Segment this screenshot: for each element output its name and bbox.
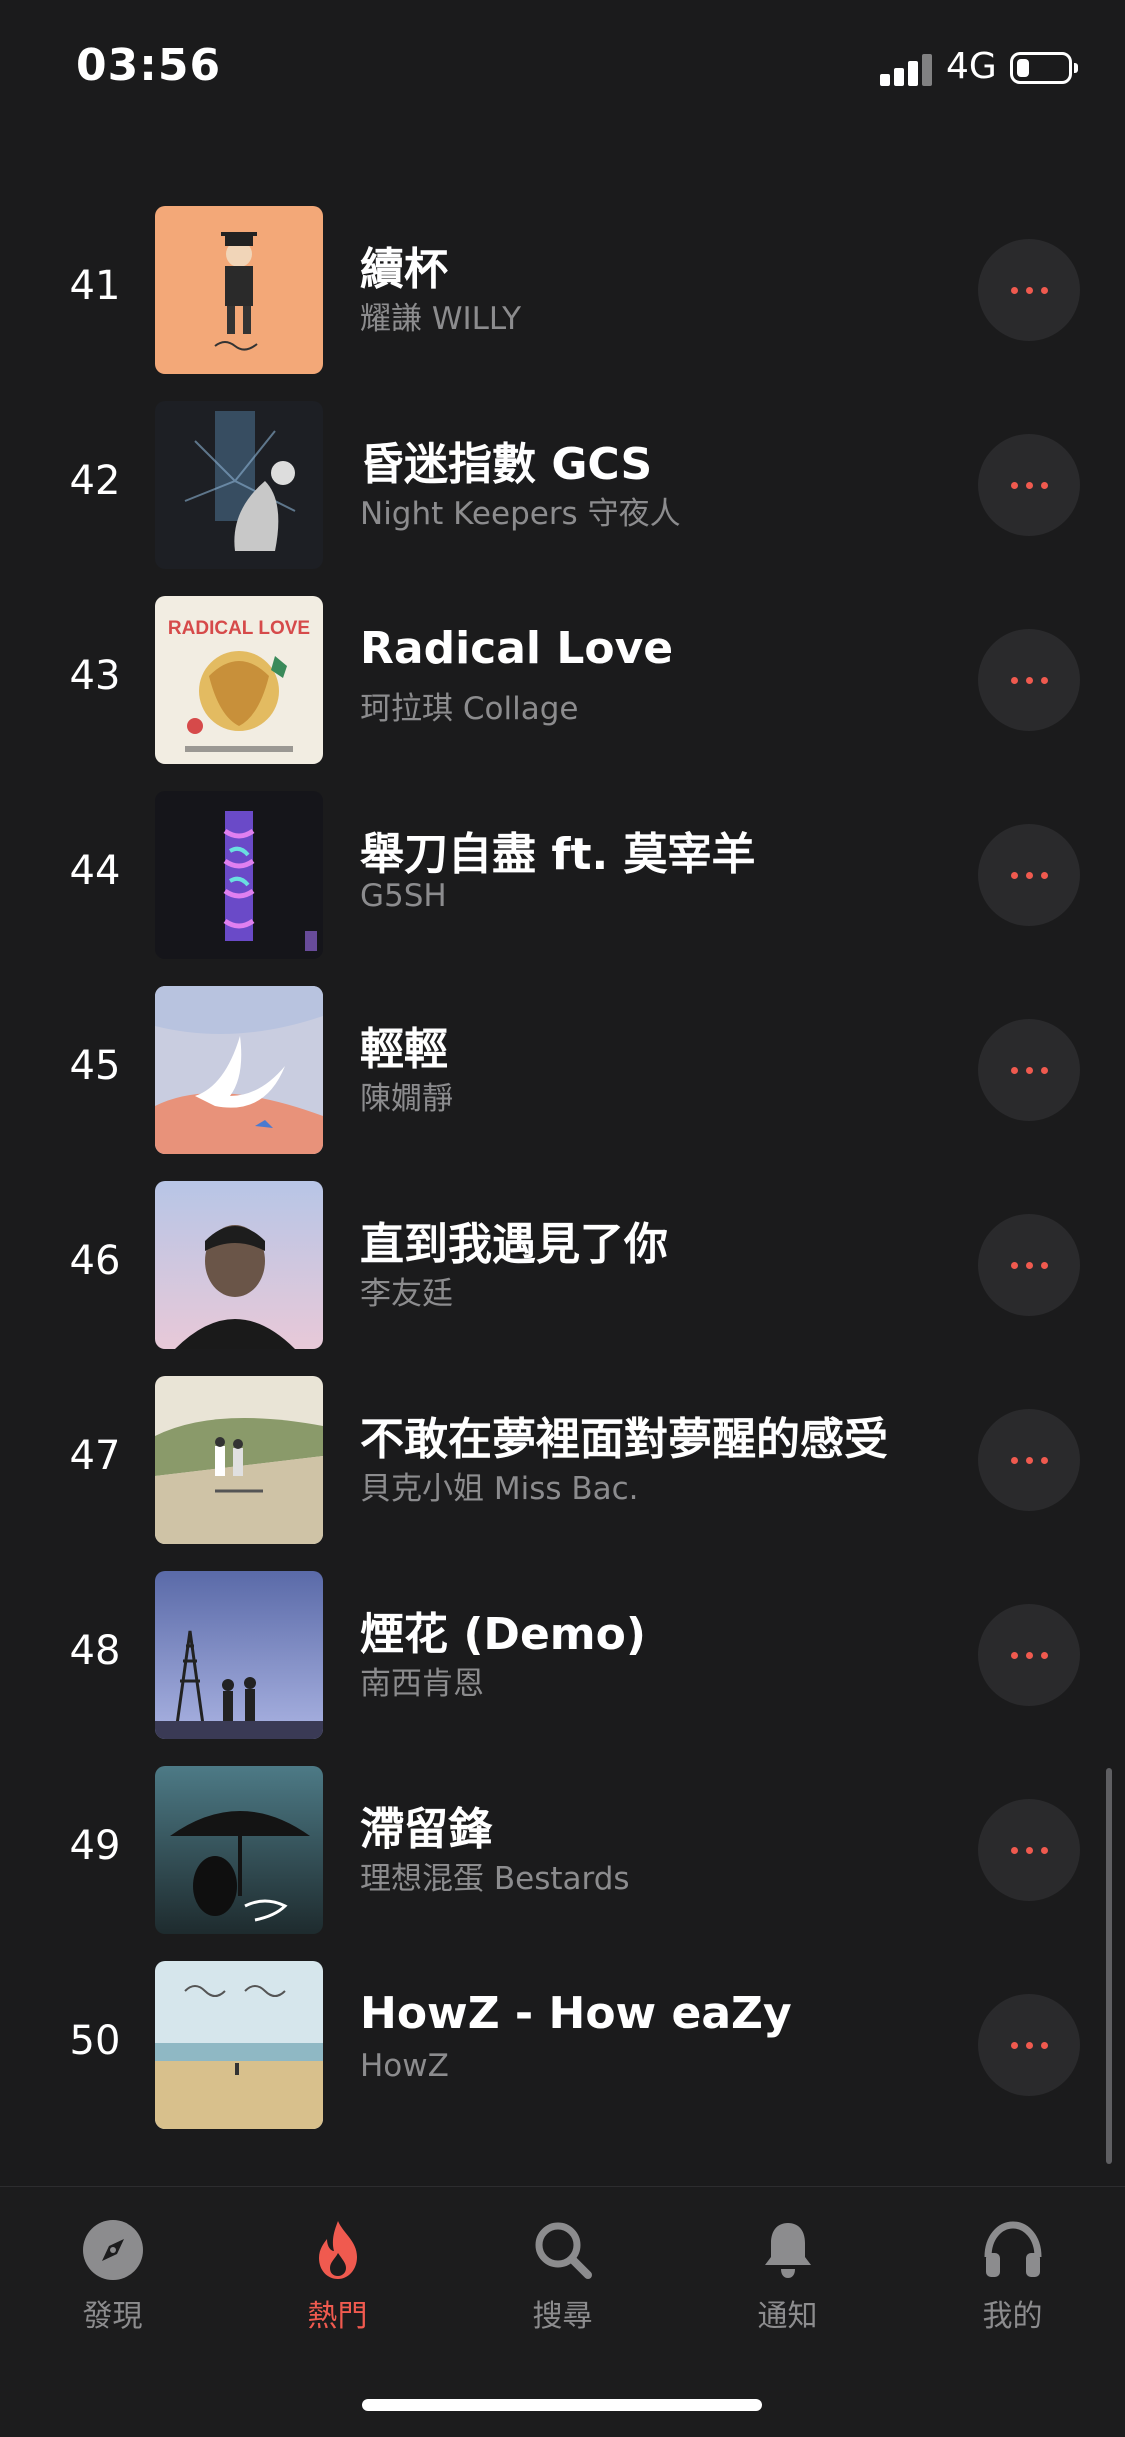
album-art [155,1181,323,1349]
list-item[interactable]: 50 HowZ - How eaZy HowZ [0,1948,1125,2143]
tab-label: 我的 [982,2299,1043,2334]
list-item[interactable]: 41 續杯 耀謙 WILLY [0,193,1125,388]
more-button[interactable] [978,1994,1080,2096]
more-button[interactable] [978,629,1080,731]
battery-fill [1017,59,1029,77]
tab-discover[interactable]: 發現 [0,2217,225,2357]
track-title: 滯留鋒 [360,1804,492,1855]
more-button[interactable] [978,239,1080,341]
tab-label: 通知 [757,2299,818,2334]
list-item[interactable]: 42 昏迷指數 GCS Night Keepers 守夜人 [0,388,1125,583]
tab-popular[interactable]: 熱門 [225,2217,450,2357]
track-title: 輕輕 [360,1024,448,1075]
battery-icon [1010,52,1078,84]
rank-number: 46 [69,1238,121,1284]
home-indicator[interactable] [362,2399,762,2411]
track-title: 續杯 [360,244,448,295]
track-title: 不敢在夢裡面對夢醒的感受 [360,1414,888,1465]
album-art [155,206,323,374]
more-button[interactable] [978,1019,1080,1121]
more-button[interactable] [978,1214,1080,1316]
track-title: 昏迷指數 GCS [360,439,653,490]
headphones-icon [984,2221,1041,2277]
album-art [155,1766,323,1934]
rank-number: 47 [69,1433,121,1479]
rank-number: 44 [69,848,121,894]
tab-label: 搜尋 [532,2299,593,2334]
track-title: 煙花 (Demo) [360,1609,646,1660]
album-art [155,1571,323,1739]
list-item[interactable]: 45 輕輕 陳嫺靜 [0,973,1125,1168]
more-button[interactable] [978,1409,1080,1511]
signal-icon [880,52,936,86]
rank-number: 43 [69,653,121,699]
track-title: Radical Love [360,623,674,674]
tab-notifications[interactable]: 通知 [675,2217,900,2357]
list-item[interactable]: 49 滯留鋒 理想混蛋 Bestards [0,1753,1125,1948]
track-artist: 耀謙 WILLY [360,301,522,337]
album-art [155,401,323,569]
flame-icon [318,2221,357,2279]
network-type: 4G [946,46,997,87]
track-artist: 理想混蛋 Bestards [360,1861,630,1897]
track-artist: Night Keepers 守夜人 [360,496,681,532]
tab-mine[interactable]: 我的 [900,2217,1125,2357]
scrollbar[interactable] [1106,1768,1112,2164]
compass-icon [82,2220,143,2280]
track-artist: G5SH [360,878,447,914]
album-art-text: RADICAL LOVE [168,618,310,639]
more-button[interactable] [978,434,1080,536]
list-item[interactable]: 43 RADICAL LOVE Radical Love 珂拉琪 Collage [0,583,1125,778]
chart-list[interactable]: 41 續杯 耀謙 WILLY 42 昏迷指數 GCS Night Keepers… [0,0,1125,2186]
track-artist: HowZ [360,2048,449,2084]
album-art: RADICAL LOVE [155,596,323,764]
rank-number: 49 [69,1823,121,1869]
track-artist: 珂拉琪 Collage [360,691,579,727]
tab-label: 熱門 [307,2299,368,2334]
list-item[interactable]: 47 不敢在夢裡面對夢醒的感受 貝克小姐 Miss Bac. [0,1363,1125,1558]
track-title: HowZ - How eaZy [360,1988,792,2039]
album-art [155,791,323,959]
more-button[interactable] [978,1604,1080,1706]
rank-number: 48 [69,1628,121,1674]
album-art [155,1961,323,2129]
album-art [155,986,323,1154]
track-artist: 陳嫺靜 [360,1081,453,1117]
track-title: 舉刀自盡 ft. 莫宰羊 [360,829,756,880]
track-title: 直到我遇見了你 [360,1219,668,1270]
rank-number: 41 [69,263,121,309]
list-item[interactable]: 44 舉刀自盡 ft. 莫宰羊 G5SH [0,778,1125,973]
status-time: 03:56 [76,40,222,91]
rank-number: 45 [69,1043,121,1089]
more-button[interactable] [978,1799,1080,1901]
more-button[interactable] [978,824,1080,926]
status-bar: 03:56 4G [0,0,1125,132]
track-artist: 南西肯恩 [360,1666,484,1702]
track-artist: 貝克小姐 Miss Bac. [360,1471,639,1507]
rank-number: 50 [69,2018,121,2064]
track-artist: 李友廷 [360,1276,453,1312]
list-item[interactable]: 48 煙花 (Demo) 南西肯恩 [0,1558,1125,1753]
tab-search[interactable]: 搜尋 [450,2217,675,2357]
search-icon [535,2222,592,2279]
list-item[interactable]: 46 直到我遇見了你 李友廷 [0,1168,1125,1363]
tab-label: 發現 [82,2299,143,2334]
rank-number: 42 [69,458,121,504]
album-art [155,1376,323,1544]
bell-icon [764,2223,811,2278]
